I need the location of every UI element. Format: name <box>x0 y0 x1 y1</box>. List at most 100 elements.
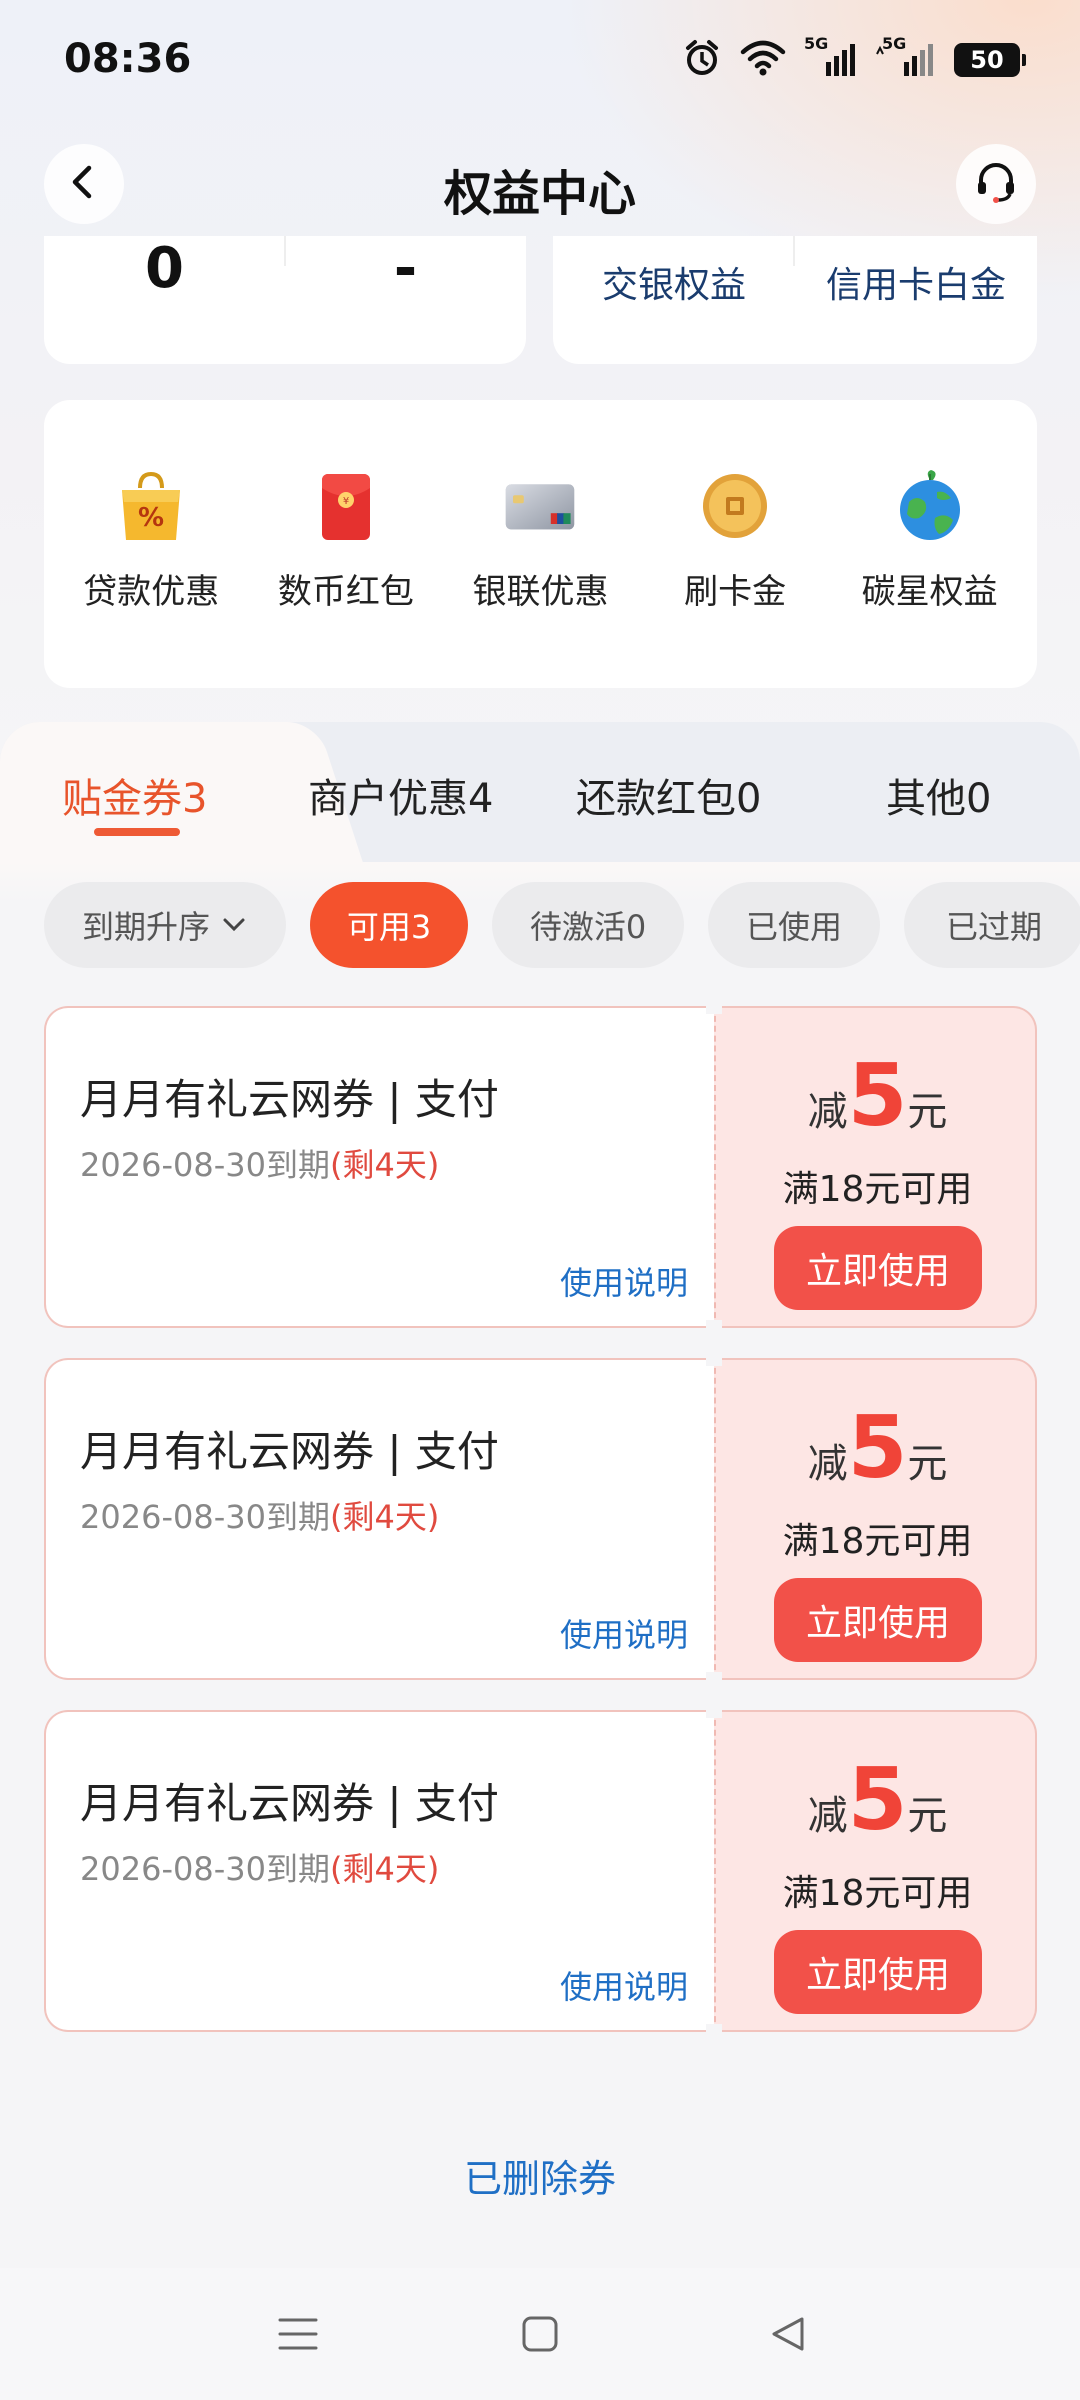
coupon-amount-panel: 减5元 满18元可用 立即使用 <box>714 1358 1037 1680</box>
benefit-loan-discount[interactable]: % 贷款优惠 <box>58 400 244 688</box>
days-remaining: (剩4天) <box>329 1146 440 1184</box>
menu-icon <box>276 2314 320 2358</box>
shopping-bag-percent-icon: % <box>115 470 187 542</box>
home-square-icon <box>520 2314 560 2358</box>
amount-value: 5 <box>847 1398 908 1498</box>
menu-button[interactable] <box>270 2308 326 2364</box>
coupon-notch <box>706 1320 722 1330</box>
amount-prefix: 减 <box>807 1089 848 1135</box>
coupon-title: 月月有礼云网券 | 支付 <box>80 1779 499 1828</box>
benefit-label: 贷款优惠 <box>83 572 220 612</box>
use-now-button[interactable]: 立即使用 <box>774 1930 982 2014</box>
benefit-digital-red-packet[interactable]: ¥ 数币红包 <box>253 400 439 688</box>
coupon-card: 月月有礼云网券 | 支付 2026-08-30到期(剩4天) 使用说明 减5元 … <box>44 1356 1037 1682</box>
chip-used[interactable]: 已使用 <box>708 882 880 968</box>
coupon-amount: 减5元 <box>716 1046 1039 1146</box>
coupon-notch <box>706 1356 722 1366</box>
coupon-notch <box>706 1672 722 1682</box>
coupon-expiry: 2026-08-30到期(剩4天) <box>80 1492 439 1538</box>
stat-right-value: - <box>393 236 418 301</box>
quick-links-card: 交银权益 信用卡白金 <box>553 236 1037 364</box>
wifi-icon <box>740 40 786 80</box>
signal-icon: 5G <box>804 34 856 80</box>
coupon-title: 月月有礼云网券 | 支付 <box>80 1427 499 1476</box>
filter-chips: 到期升序 可用3 待激活0 已使用 已过期 <box>44 882 1080 970</box>
days-remaining: (剩4天) <box>329 1850 440 1888</box>
back-triangle-icon <box>768 2314 808 2358</box>
coupon-notch <box>706 2024 722 2034</box>
quick-link-platinum[interactable]: 信用卡白金 <box>795 256 1037 308</box>
benefit-label: 银联优惠 <box>472 572 609 612</box>
sort-dropdown[interactable]: 到期升序 <box>44 882 286 968</box>
benefits-grid: % 贷款优惠 ¥ 数币红包 银联优惠 刷卡金 碳星权益 <box>44 400 1037 688</box>
deleted-coupons-link[interactable]: 已删除券 <box>0 2148 1080 2203</box>
home-button[interactable] <box>512 2308 568 2364</box>
use-now-button[interactable]: 立即使用 <box>774 1226 982 1310</box>
gold-coin-icon <box>699 470 771 542</box>
tab-indicator <box>94 828 180 836</box>
coupon-notch <box>706 1004 722 1014</box>
expiry-date: 2026-08-30到期 <box>80 1146 330 1184</box>
amount-value: 5 <box>847 1046 908 1146</box>
chip-pending-activation[interactable]: 待激活0 <box>492 882 684 968</box>
coupon-title: 月月有礼云网券 | 支付 <box>80 1075 499 1124</box>
use-now-button[interactable]: 立即使用 <box>774 1578 982 1662</box>
quick-link-jiaoyin[interactable]: 交银权益 <box>553 256 795 308</box>
svg-text:¥: ¥ <box>343 496 349 507</box>
coupon-info: 月月有礼云网券 | 支付 2026-08-30到期(剩4天) 使用说明 <box>44 1358 714 1680</box>
benefit-unionpay-discount[interactable]: 银联优惠 <box>447 400 633 688</box>
expiry-date: 2026-08-30到期 <box>80 1850 330 1888</box>
usage-instructions-link[interactable]: 使用说明 <box>560 1258 688 1304</box>
amount-unit: 元 <box>907 1089 948 1135</box>
coupon-threshold: 满18元可用 <box>782 1521 973 1562</box>
customer-service-button[interactable] <box>956 144 1036 224</box>
coupon-info: 月月有礼云网券 | 支付 2026-08-30到期(剩4天) 使用说明 <box>44 1006 714 1328</box>
amount-prefix: 减 <box>807 1441 848 1487</box>
svg-text:%: % <box>138 503 164 533</box>
coupon-info: 月月有礼云网券 | 支付 2026-08-30到期(剩4天) 使用说明 <box>44 1710 714 2032</box>
coupon-card: 月月有礼云网券 | 支付 2026-08-30到期(剩4天) 使用说明 减5元 … <box>44 1708 1037 2034</box>
sort-label: 到期升序 <box>81 908 210 946</box>
benefit-carbon-star[interactable]: 碳星权益 <box>837 400 1023 688</box>
coupon-card: 月月有礼云网券 | 支付 2026-08-30到期(剩4天) 使用说明 减5元 … <box>44 1004 1037 1330</box>
coupon-amount: 减5元 <box>716 1750 1039 1850</box>
coupon-amount-panel: 减5元 满18元可用 立即使用 <box>714 1006 1037 1328</box>
stat-left-value: 0 <box>145 236 184 301</box>
system-nav-bar <box>0 2268 1080 2400</box>
coupon-tabs: 贴金券3 商户优惠4 还款红包0 其他0 <box>0 722 1080 862</box>
red-envelope-icon: ¥ <box>310 470 382 542</box>
unionpay-card-icon <box>504 470 576 542</box>
amount-unit: 元 <box>907 1793 948 1839</box>
coupon-expiry: 2026-08-30到期(剩4天) <box>80 1140 439 1186</box>
expiry-date: 2026-08-30到期 <box>80 1498 330 1536</box>
status-icons: 5G 5G 50 <box>682 34 1026 82</box>
days-remaining: (剩4天) <box>329 1498 440 1536</box>
chip-expired[interactable]: 已过期 <box>904 882 1080 968</box>
status-bar: 08:36 5G 5G 50 <box>0 0 1080 120</box>
coupon-notch <box>706 1708 722 1718</box>
chip-available[interactable]: 可用3 <box>310 882 468 968</box>
back-nav-button[interactable] <box>760 2308 816 2364</box>
stats-card: 0 - <box>44 236 526 364</box>
battery-icon: 50 <box>954 43 1026 77</box>
amount-value: 5 <box>847 1750 908 1850</box>
tab-repayment-red-packets[interactable]: 还款红包0 <box>576 766 761 824</box>
tab-merchant-offers[interactable]: 商户优惠4 <box>308 766 493 824</box>
tab-gold-coupons[interactable]: 贴金券3 <box>62 766 207 824</box>
earth-icon <box>894 470 966 542</box>
coupon-amount-panel: 减5元 满18元可用 立即使用 <box>714 1710 1037 2032</box>
headset-icon <box>972 158 1020 210</box>
usage-instructions-link[interactable]: 使用说明 <box>560 1962 688 2008</box>
signal-icon: 5G <box>874 34 936 80</box>
page-header: 权益中心 <box>0 140 1080 230</box>
benefit-label: 数币红包 <box>277 572 414 612</box>
alarm-icon <box>682 38 722 82</box>
page-title: 权益中心 <box>443 166 636 222</box>
coupon-amount: 减5元 <box>716 1398 1039 1498</box>
benefit-card-gold[interactable]: 刷卡金 <box>642 400 828 688</box>
usage-instructions-link[interactable]: 使用说明 <box>560 1610 688 1656</box>
chevron-down-icon <box>220 911 248 939</box>
tab-other[interactable]: 其他0 <box>886 766 991 824</box>
benefit-label: 碳星权益 <box>861 572 998 612</box>
coupon-expiry: 2026-08-30到期(剩4天) <box>80 1844 439 1890</box>
